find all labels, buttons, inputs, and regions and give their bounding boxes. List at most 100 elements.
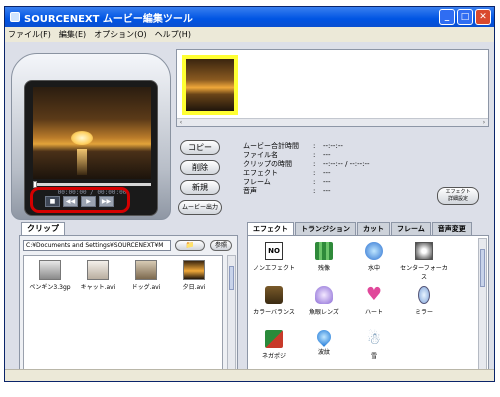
info-value: --:--:-- / --:--:--: [323, 160, 370, 168]
mirror-icon: [418, 286, 430, 304]
fisheye-icon: [315, 286, 333, 304]
effect-name: 魚眼レンズ: [309, 309, 339, 316]
selected-clip-frame[interactable]: [182, 55, 238, 115]
info-row: ファイル名: ---: [243, 151, 443, 160]
clip-item[interactable]: ドッグ.avi: [122, 260, 170, 291]
effect-item[interactable]: センターフォーカス: [398, 242, 450, 281]
folder-path-field[interactable]: C:¥Documents and Settings¥SOURCENEXT¥M: [23, 240, 171, 251]
tab-effect[interactable]: エフェクト: [247, 222, 294, 235]
tab-clips[interactable]: クリップ: [21, 222, 65, 235]
new-button[interactable]: 新規: [180, 180, 220, 195]
browse-button[interactable]: 参照: [210, 240, 232, 251]
clip-item[interactable]: ペンギン3.3gp: [26, 260, 74, 291]
stop-button[interactable]: ■: [45, 196, 60, 207]
info-label: エフェクト: [243, 169, 278, 177]
color-balance-icon: [265, 286, 283, 304]
title-bar: SOURCENEXT ムービー編集ツール _ □ ✕: [5, 7, 494, 27]
clip-name: ドッグ.avi: [131, 284, 161, 291]
clip-scrollbar[interactable]: [227, 255, 236, 370]
window-title: SOURCENEXT ムービー編集ツール: [24, 13, 193, 25]
close-button[interactable]: ✕: [475, 9, 491, 25]
effect-tabs: エフェクト トランジション カット フレーム 音声変更: [247, 222, 473, 235]
timeline-clip-thumbnail[interactable]: [186, 59, 234, 111]
fast-forward-button[interactable]: ▶▶: [99, 196, 114, 207]
rewind-button[interactable]: ◀◀: [63, 196, 78, 207]
minimize-button[interactable]: _: [439, 9, 455, 25]
effect-item[interactable]: ☃ 雪: [348, 329, 400, 361]
effect-settings-line1: エフェクト: [445, 189, 471, 195]
effect-item[interactable]: 水中: [348, 242, 400, 272]
sunset-thumbnail: [183, 260, 205, 280]
effect-settings-button[interactable]: エフェクト 詳細設定: [437, 187, 479, 205]
delete-button[interactable]: 削除: [180, 160, 220, 175]
underwater-icon: [365, 242, 383, 260]
tab-cut[interactable]: カット: [357, 222, 390, 235]
info-label: フレーム: [243, 178, 271, 186]
playback-controls: ■ ◀◀ ▶ ▶▶: [45, 196, 114, 207]
clip-scroll-thumb[interactable]: [229, 266, 234, 290]
clip-panel: C:¥Documents and Settings¥SOURCENEXT¥M 📁…: [19, 235, 238, 373]
info-sep: :: [313, 160, 316, 168]
clip-info: ムービー合計時間: --:--:-- ファイル名: --- クリップの時間: --:-…: [243, 142, 443, 196]
effect-name: カラーバランス: [253, 309, 295, 316]
menu-help[interactable]: ヘルプ(H): [155, 29, 191, 40]
snow-icon: ☃: [366, 329, 382, 348]
scroll-right-arrow[interactable]: ›: [480, 119, 488, 126]
folder-icon[interactable]: 📁: [175, 240, 205, 251]
effect-name: ノンエフェクト: [252, 265, 295, 272]
info-sep: :: [313, 178, 316, 186]
effect-item[interactable]: 魚眼レンズ: [298, 286, 350, 316]
info-value: ---: [323, 178, 331, 186]
effect-item[interactable]: 残像: [298, 242, 350, 272]
effect-item[interactable]: ミラー: [398, 286, 450, 316]
timeline-strip: ‹ ›: [176, 49, 489, 127]
copy-button[interactable]: コピー: [180, 140, 220, 155]
effect-settings-line2: 詳細設定: [447, 196, 468, 202]
no-effect-icon: NO: [265, 242, 283, 260]
scroll-left-arrow[interactable]: ‹: [177, 119, 185, 126]
effect-name: 雪: [370, 353, 377, 360]
status-bar: [5, 369, 494, 381]
info-row: エフェクト: ---: [243, 169, 443, 178]
clip-item[interactable]: キャット.avi: [74, 260, 122, 291]
info-row: フレーム: ---: [243, 178, 443, 187]
effects-scroll-thumb[interactable]: [480, 249, 485, 287]
clip-list: ペンギン3.3gp キャット.avi ドッグ.avi 夕日.avi: [23, 255, 223, 370]
menu-edit[interactable]: 編集(E): [59, 29, 86, 40]
effects-scrollbar[interactable]: [478, 238, 487, 370]
info-value: ---: [323, 169, 331, 177]
effect-name: ネガポジ: [261, 353, 286, 360]
info-label: クリップの時間: [243, 160, 292, 168]
tab-frame[interactable]: フレーム: [391, 222, 431, 235]
sun-reflection: [77, 149, 87, 175]
sunset-sun: [71, 131, 93, 145]
effect-item[interactable]: カラーバランス: [248, 286, 300, 316]
info-row: 音声: ---: [243, 187, 443, 196]
effects-panel: NO ノンエフェクト 残像 水中 センターフォーカス カラーバランス 魚眼レンズ…: [247, 235, 489, 373]
menu-options[interactable]: オプション(O): [94, 29, 147, 40]
effect-item[interactable]: ネガポジ: [248, 330, 300, 360]
timeline-scrollbar[interactable]: ‹ ›: [177, 118, 488, 126]
maximize-button[interactable]: □: [457, 9, 473, 25]
info-label: ムービー合計時間: [243, 142, 299, 150]
movie-output-button[interactable]: ムービー出力: [178, 200, 222, 215]
info-label: 音声: [243, 187, 257, 195]
effect-item[interactable]: 波紋: [298, 327, 350, 356]
ripple-icon: [314, 327, 334, 347]
menu-file[interactable]: ファイル(F): [8, 29, 51, 40]
effect-name: ハート: [364, 309, 383, 316]
effect-item[interactable]: ♥ ハート: [348, 286, 400, 317]
negaposi-icon: [265, 330, 283, 348]
info-label: ファイル名: [243, 151, 278, 159]
tab-audio-change[interactable]: 音声変更: [431, 222, 472, 235]
video-preview: [33, 87, 151, 179]
info-row: ムービー合計時間: --:--:--: [243, 142, 443, 151]
tab-transition[interactable]: トランジション: [295, 222, 356, 235]
clip-item[interactable]: 夕日.avi: [170, 260, 218, 291]
effect-name: 水中: [367, 265, 380, 272]
effect-name: ミラー: [414, 309, 433, 316]
play-button[interactable]: ▶: [81, 196, 96, 207]
menu-bar: ファイル(F) 編集(E) オプション(O) ヘルプ(H): [5, 27, 494, 42]
seek-bar[interactable]: [33, 181, 151, 188]
effect-item[interactable]: NO ノンエフェクト: [248, 242, 300, 272]
